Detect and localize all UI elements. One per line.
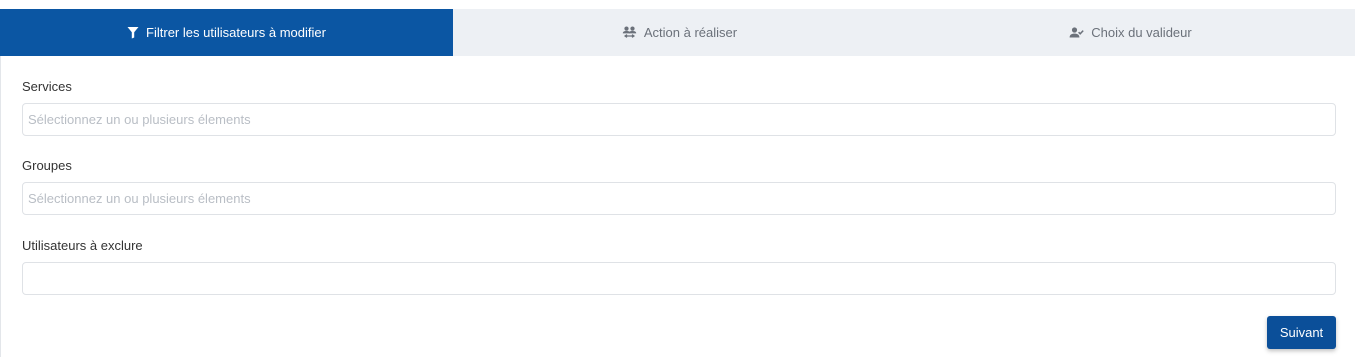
- services-input[interactable]: [28, 112, 1330, 127]
- services-label: Services: [22, 79, 72, 94]
- groupes-label: Groupes: [22, 158, 72, 173]
- tab-label: Filtrer les utilisateurs à modifier: [146, 25, 326, 40]
- filter-icon: [127, 26, 139, 39]
- tab-label: Choix du valideur: [1091, 25, 1192, 40]
- tab-filter-users[interactable]: Filtrer les utilisateurs à modifier: [0, 9, 453, 56]
- groupes-input[interactable]: [28, 191, 1330, 206]
- tab-action[interactable]: Action à réaliser: [453, 9, 906, 56]
- groupes-select[interactable]: [22, 182, 1336, 215]
- users-swap-icon: [622, 26, 637, 39]
- tab-label: Action à réaliser: [643, 25, 738, 40]
- services-select[interactable]: [22, 103, 1336, 136]
- user-check-icon: [1069, 26, 1085, 39]
- exclude-users-label: Utilisateurs à exclure: [22, 238, 143, 253]
- wizard-tabs: Filtrer les utilisateurs à modifier Acti…: [0, 9, 1355, 56]
- tab-validator[interactable]: Choix du valideur: [906, 9, 1355, 56]
- exclude-users-select[interactable]: [22, 262, 1336, 295]
- exclude-users-input[interactable]: [28, 271, 1330, 286]
- next-button[interactable]: Suivant: [1267, 316, 1336, 349]
